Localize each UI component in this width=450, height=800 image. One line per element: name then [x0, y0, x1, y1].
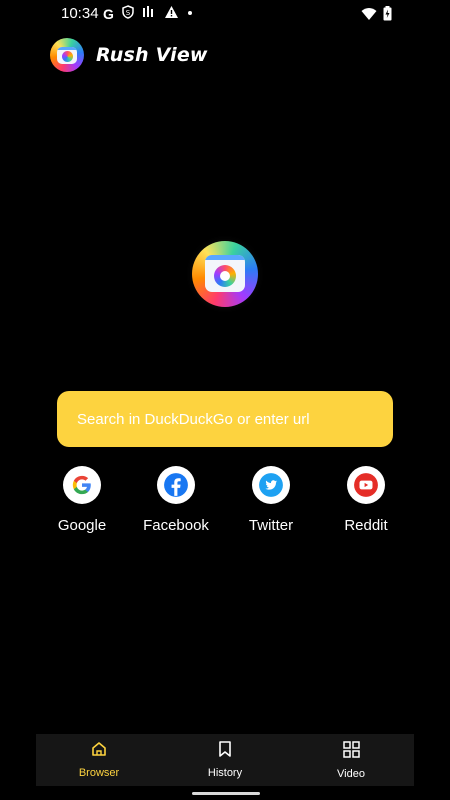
shortcut-google[interactable]: Google — [37, 466, 127, 534]
nav-label-video: Video — [337, 767, 365, 780]
bottom-nav: Browser History Video — [36, 734, 414, 786]
twitter-icon — [252, 466, 290, 504]
center-logo-icon — [192, 241, 258, 307]
home-indicator[interactable] — [192, 792, 260, 795]
google-icon — [63, 466, 101, 504]
shortcut-twitter[interactable]: Twitter — [226, 466, 316, 534]
app-logo-icon — [50, 38, 84, 72]
search-box[interactable] — [57, 391, 393, 447]
search-input[interactable] — [75, 409, 393, 429]
nav-label-history: History — [207, 767, 243, 779]
nav-item-video[interactable]: Video — [288, 734, 414, 786]
shield-s-icon: S — [122, 5, 134, 22]
nav-item-browser[interactable]: Browser — [36, 734, 162, 786]
shortcut-label: Twitter — [248, 517, 294, 534]
shortcut-reddit[interactable]: Reddit — [321, 466, 411, 534]
status-icons-right — [361, 6, 392, 26]
youtube-icon — [347, 466, 385, 504]
nav-item-history[interactable]: History — [162, 734, 288, 786]
shortcut-label: Facebook — [143, 517, 209, 534]
battery-charging-icon — [383, 6, 392, 26]
facebook-icon — [157, 466, 195, 504]
dot-icon — [187, 5, 193, 22]
home-icon — [91, 741, 107, 762]
shortcut-label: Reddit — [344, 517, 388, 534]
svg-text:S: S — [126, 9, 131, 17]
warning-icon — [164, 5, 179, 22]
app-title: Rush View — [96, 44, 208, 66]
status-bar: 10:34 G S — [0, 0, 450, 28]
bookmark-icon — [218, 741, 232, 762]
wifi-icon — [361, 7, 377, 26]
nav-label-browser: Browser — [78, 767, 120, 779]
status-icons-left: G S — [103, 5, 193, 22]
status-time: 10:34 — [61, 5, 99, 22]
app-header: Rush View — [50, 38, 208, 72]
shortcut-facebook[interactable]: Facebook — [131, 466, 221, 534]
google-g-icon: G — [103, 5, 114, 22]
signal-bars-icon — [142, 5, 156, 22]
grid-icon — [342, 740, 360, 763]
shortcut-label: Google — [57, 517, 107, 534]
